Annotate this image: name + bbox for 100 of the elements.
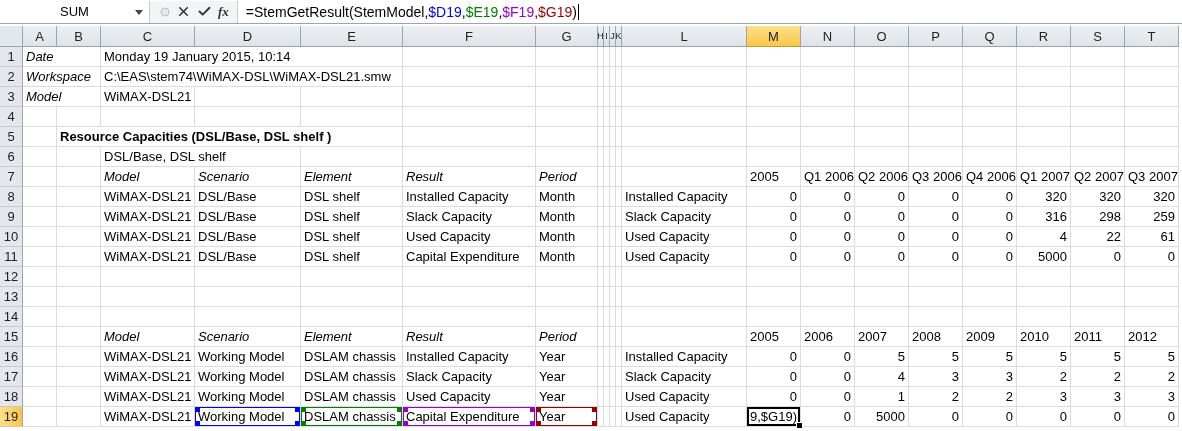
cell[interactable]: 0 — [801, 247, 855, 267]
empty-cell[interactable] — [604, 167, 610, 187]
empty-cell[interactable] — [101, 307, 195, 327]
empty-cell[interactable] — [622, 67, 747, 87]
empty-cell[interactable] — [195, 307, 301, 327]
cell[interactable]: DSL/Base, DSL shelf — [101, 147, 301, 167]
empty-cell[interactable] — [610, 87, 616, 107]
empty-cell[interactable] — [403, 47, 536, 67]
empty-cell[interactable] — [1071, 307, 1125, 327]
cell[interactable]: 5 — [963, 347, 1017, 367]
empty-cell[interactable] — [403, 127, 536, 147]
empty-cell[interactable] — [622, 47, 747, 67]
empty-cell[interactable] — [747, 267, 801, 287]
column-header[interactable]: O — [855, 26, 909, 47]
empty-cell[interactable] — [101, 287, 195, 307]
empty-cell[interactable] — [1017, 87, 1071, 107]
cell[interactable]: 2006 — [801, 327, 855, 347]
cell[interactable]: 0 — [801, 207, 855, 227]
empty-cell[interactable] — [604, 267, 610, 287]
cell[interactable]: Used Capacity — [622, 227, 747, 247]
empty-cell[interactable] — [598, 67, 604, 87]
cell[interactable]: Scenario — [195, 327, 301, 347]
empty-cell[interactable] — [610, 227, 616, 247]
cell[interactable]: 0 — [801, 227, 855, 247]
empty-cell[interactable] — [855, 67, 909, 87]
empty-cell[interactable] — [57, 327, 101, 347]
column-header[interactable]: E — [301, 26, 403, 47]
cell[interactable]: WiMAX-DSL21 — [101, 227, 195, 247]
empty-cell[interactable] — [616, 327, 622, 347]
empty-cell[interactable] — [195, 287, 301, 307]
empty-cell[interactable] — [604, 327, 610, 347]
cell[interactable]: Slack Capacity — [622, 207, 747, 227]
empty-cell[interactable] — [604, 367, 610, 387]
empty-cell[interactable] — [57, 267, 101, 287]
empty-cell[interactable] — [747, 47, 801, 67]
empty-cell[interactable] — [747, 87, 801, 107]
empty-cell[interactable] — [598, 127, 604, 147]
empty-cell[interactable] — [604, 67, 610, 87]
cell[interactable]: 3 — [1071, 387, 1125, 407]
empty-cell[interactable] — [604, 387, 610, 407]
column-header[interactable]: G — [536, 26, 598, 47]
cell[interactable]: 2 — [963, 387, 1017, 407]
empty-cell[interactable] — [1125, 287, 1179, 307]
empty-cell[interactable] — [57, 287, 101, 307]
empty-cell[interactable] — [855, 127, 909, 147]
column-header[interactable]: C — [101, 26, 195, 47]
column-header[interactable]: P — [909, 26, 963, 47]
cell[interactable]: 0 — [963, 227, 1017, 247]
empty-cell[interactable] — [855, 147, 909, 167]
empty-cell[interactable] — [801, 127, 855, 147]
empty-cell[interactable] — [909, 127, 963, 147]
empty-cell[interactable] — [963, 47, 1017, 67]
cell[interactable]: 320 — [1017, 187, 1071, 207]
cell[interactable]: Scenario — [195, 167, 301, 187]
empty-cell[interactable] — [855, 307, 909, 327]
empty-cell[interactable] — [403, 107, 536, 127]
cell[interactable]: 0 — [855, 207, 909, 227]
cell[interactable]: Period — [536, 327, 598, 347]
row-header[interactable]: 8 — [0, 187, 23, 207]
row-header[interactable]: 18 — [0, 387, 23, 407]
empty-cell[interactable] — [963, 107, 1017, 127]
cell[interactable]: 2005 — [747, 167, 801, 187]
column-header[interactable]: F — [403, 26, 536, 47]
empty-cell[interactable] — [801, 47, 855, 67]
cell[interactable]: 4 — [1017, 227, 1071, 247]
empty-cell[interactable] — [604, 127, 610, 147]
empty-cell[interactable] — [403, 267, 536, 287]
empty-cell[interactable] — [403, 287, 536, 307]
cell[interactable]: 0 — [909, 407, 963, 427]
empty-cell[interactable] — [801, 267, 855, 287]
empty-cell[interactable] — [855, 287, 909, 307]
empty-cell[interactable] — [598, 327, 604, 347]
cell[interactable]: 3 — [909, 367, 963, 387]
empty-cell[interactable] — [536, 127, 598, 147]
empty-cell[interactable] — [963, 307, 1017, 327]
cell[interactable]: 0 — [801, 347, 855, 367]
empty-cell[interactable] — [622, 127, 747, 147]
cell[interactable]: Month — [536, 207, 598, 227]
empty-cell[interactable] — [909, 67, 963, 87]
empty-cell[interactable] — [610, 107, 616, 127]
row-header[interactable]: 7 — [0, 167, 23, 187]
empty-cell[interactable] — [1017, 107, 1071, 127]
cell[interactable]: 2 — [909, 387, 963, 407]
empty-cell[interactable] — [622, 107, 747, 127]
cell[interactable]: 5 — [909, 347, 963, 367]
row-header[interactable]: 10 — [0, 227, 23, 247]
empty-cell[interactable] — [604, 207, 610, 227]
cell[interactable]: 0 — [1071, 247, 1125, 267]
empty-cell[interactable] — [855, 47, 909, 67]
cell[interactable]: DSL/Base — [195, 187, 301, 207]
cell[interactable]: Slack Capacity — [622, 367, 747, 387]
cell[interactable]: WiMAX-DSL21 — [101, 87, 195, 107]
empty-cell[interactable] — [604, 107, 610, 127]
cell[interactable]: Monday 19 January 2015, 10:14 — [101, 47, 403, 67]
cell[interactable]: Q1 2006 — [801, 167, 855, 187]
empty-cell[interactable] — [1125, 267, 1179, 287]
cell[interactable]: WiMAX-DSL21 — [101, 367, 195, 387]
cell[interactable]: DSL shelf — [301, 207, 403, 227]
empty-cell[interactable] — [855, 107, 909, 127]
empty-cell[interactable] — [610, 147, 616, 167]
